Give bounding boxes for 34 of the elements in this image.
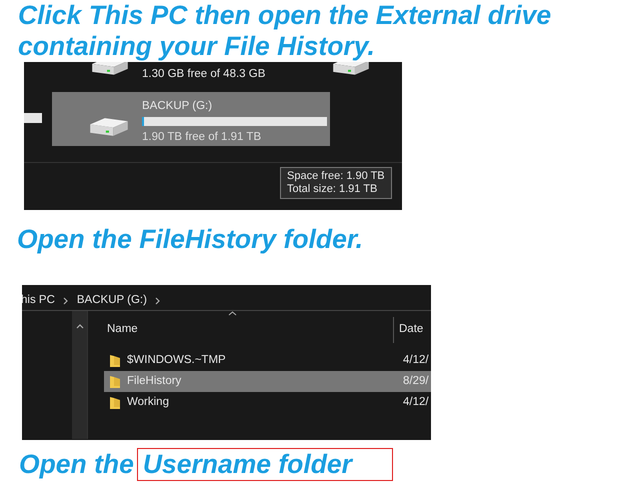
- folder-icon: [110, 354, 120, 366]
- chevron-icon: [154, 296, 161, 304]
- drive-free-text: 1.90 TB free of 1.91 TB: [142, 130, 262, 145]
- column-header[interactable]: Date: [399, 321, 424, 339]
- file-name: Working: [127, 394, 170, 410]
- file-date: 8/29/: [403, 374, 429, 389]
- drive-name: BACKUP (G:): [142, 99, 214, 114]
- drive-free-text: 1.30 GB free of 48.3 GB: [142, 67, 266, 82]
- chevron-icon: [62, 296, 69, 304]
- drive-tile[interactable]: BACKUP (G:) 1.90 TB free of 1.91 TB: [52, 92, 330, 146]
- heading: Open the FileHistory folder.: [16, 224, 364, 255]
- file-date: 4/12/: [403, 352, 429, 368]
- file-row[interactable]: $WINDOWS.~TMP 4/12/: [104, 350, 431, 371]
- partial-bar: [24, 113, 42, 123]
- file-row[interactable]: Working 4/12/: [104, 392, 431, 413]
- file-date: 4/12/: [403, 394, 429, 410]
- sort-caret-icon: [228, 311, 237, 316]
- heading: Click This PC then open the External drive containing your File History.: [17, 0, 552, 62]
- folder-icon: [110, 376, 120, 388]
- heading: Open the: [19, 449, 134, 480]
- folder-icon: [110, 396, 120, 408]
- file-name: $WINDOWS.~TMP: [127, 352, 227, 368]
- file-name: FileHistory: [127, 374, 182, 389]
- drive-icon: [333, 62, 370, 76]
- drive-icon: [90, 116, 128, 137]
- column-header[interactable]: Name: [104, 321, 393, 339]
- tooltip-line: Space free: 1.90 TB: [287, 170, 385, 183]
- tooltip-line: Total size: 1.91 TB: [287, 183, 378, 196]
- scroll-up-icon[interactable]: [76, 323, 84, 329]
- breadcrumb-item[interactable]: BACKUP (G:): [76, 292, 147, 310]
- breadcrumb-item[interactable]: his PC: [22, 292, 55, 310]
- drive-icon: [92, 62, 128, 76]
- highlighted-heading: Username folder: [136, 448, 393, 481]
- file-row[interactable]: FileHistory 8/29/: [104, 371, 431, 392]
